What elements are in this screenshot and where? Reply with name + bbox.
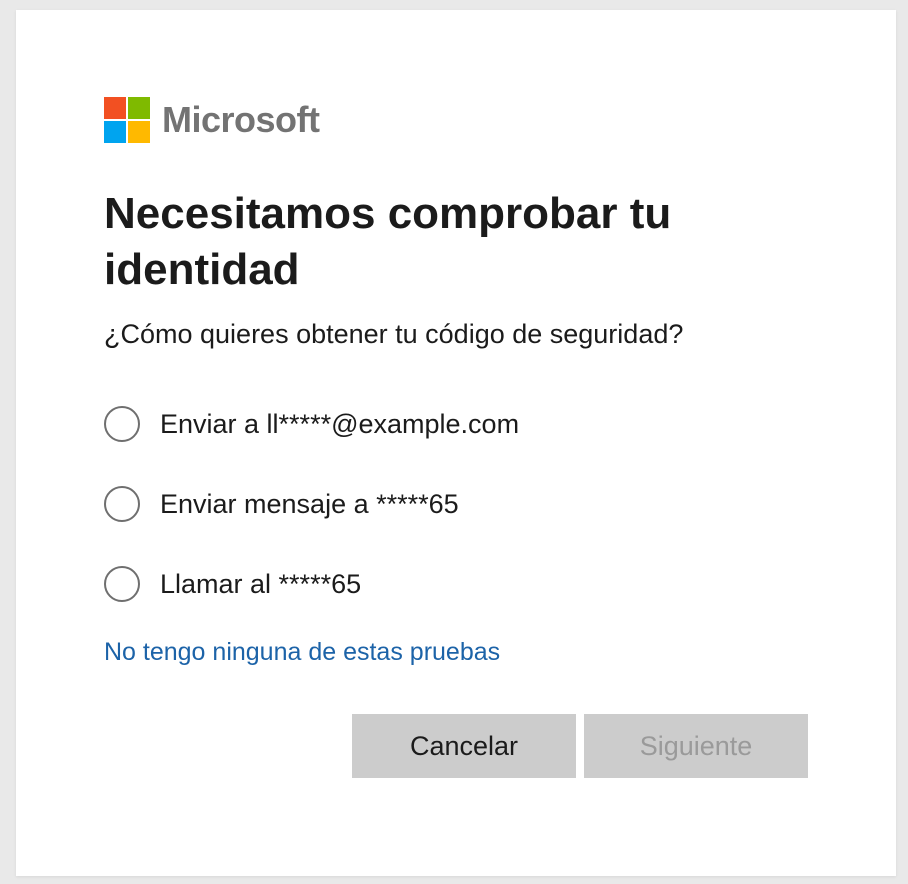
- subtitle: ¿Cómo quieres obtener tu código de segur…: [104, 319, 684, 349]
- logo-square-yellow: [128, 121, 150, 143]
- option-sms[interactable]: Enviar mensaje a *****65: [104, 473, 519, 535]
- identity-verification-card: Microsoft Necesitamos comprobar tu ident…: [16, 10, 896, 876]
- option-call-label: Llamar al *****65: [160, 568, 362, 599]
- microsoft-logo-icon: [104, 97, 150, 143]
- brand-name: Microsoft: [162, 99, 320, 140]
- microsoft-logo: Microsoft: [104, 97, 320, 143]
- logo-square-green: [128, 97, 150, 119]
- cancel-button[interactable]: Cancelar: [352, 714, 576, 778]
- radio-sms[interactable]: [104, 486, 140, 522]
- radio-call[interactable]: [104, 566, 140, 602]
- option-email[interactable]: Enviar a ll*****@example.com: [104, 393, 519, 455]
- next-button[interactable]: Siguiente: [584, 714, 808, 778]
- option-sms-label: Enviar mensaje a *****65: [160, 488, 459, 519]
- verification-options: Enviar a ll*****@example.com Enviar mens…: [104, 393, 519, 633]
- logo-square-red: [104, 97, 126, 119]
- radio-email[interactable]: [104, 406, 140, 442]
- page-title: Necesitamos comprobar tu identidad: [104, 189, 672, 294]
- option-call[interactable]: Llamar al *****65: [104, 553, 519, 615]
- option-email-label: Enviar a ll*****@example.com: [160, 408, 520, 439]
- no-proofs-link[interactable]: No tengo ninguna de estas pruebas: [104, 638, 500, 667]
- logo-square-blue: [104, 121, 126, 143]
